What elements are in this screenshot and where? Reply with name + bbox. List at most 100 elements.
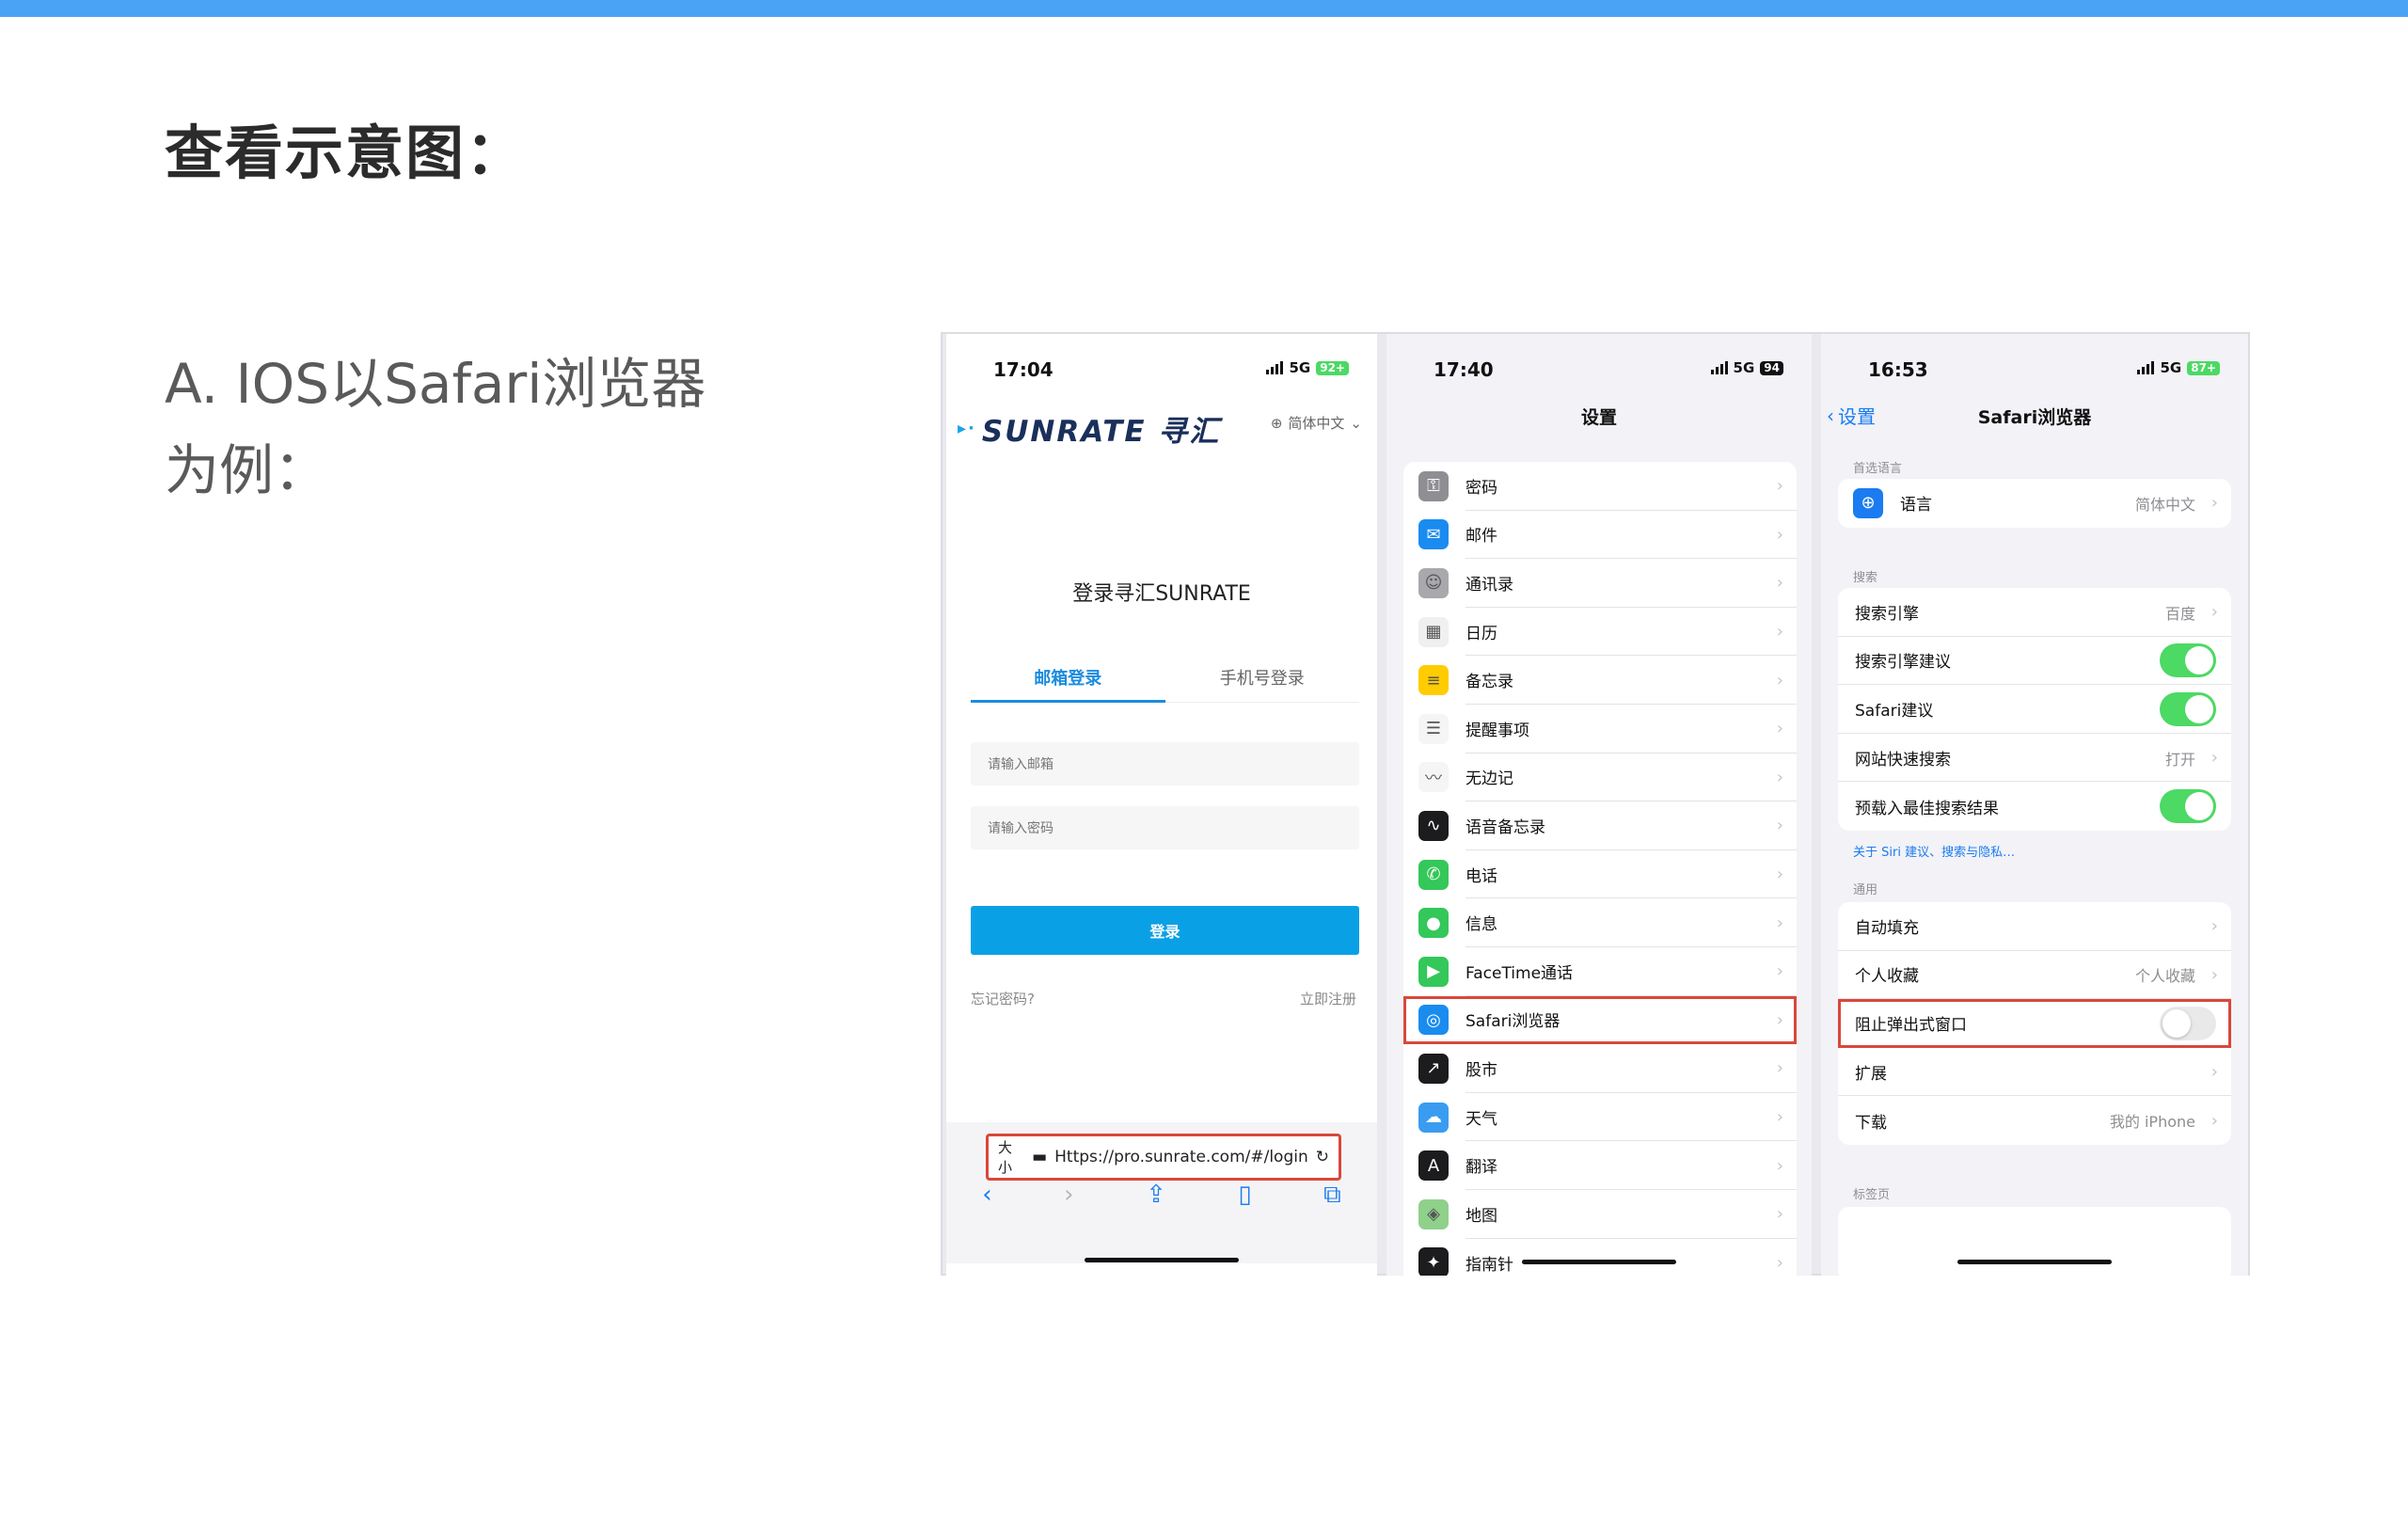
reload-icon[interactable]: ↻ (1316, 1148, 1329, 1166)
chevron-right-icon: › (2210, 1062, 2218, 1083)
row-quick-website-search[interactable]: 网站快速搜索 打开 › (1838, 734, 2231, 783)
calendar-icon: ▦ (1418, 616, 1449, 647)
settings-row[interactable]: ⚿ 密码 › (1403, 462, 1797, 511)
row-label: 电话 (1465, 850, 1797, 899)
preload-top-hit-toggle[interactable] (2160, 789, 2216, 824)
chevron-right-icon: › (1776, 912, 1783, 933)
row-language[interactable]: ⊕ 语言 简体中文 › (1838, 479, 2231, 528)
url-text: Https://pro.sunrate.com/#/login (1054, 1148, 1308, 1166)
settings-row[interactable]: A 翻译 › (1403, 1141, 1797, 1190)
row-favorites[interactable]: 个人收藏 个人收藏 › (1838, 951, 2231, 1000)
chevron-right-icon: › (1776, 1252, 1783, 1273)
chevron-right-icon: › (1776, 1107, 1783, 1128)
extension-icon: ▬ (1032, 1148, 1048, 1166)
settings-row[interactable]: 〰无边记 › (1403, 754, 1797, 802)
row-search-engine[interactable]: 搜索引擎 百度 › (1838, 588, 2231, 637)
email-field[interactable] (971, 742, 1359, 785)
battery-icon: 92+ (1316, 360, 1349, 375)
compass-icon: ✦ (1418, 1247, 1449, 1276)
tab-phone-login[interactable]: 手机号登录 (1165, 663, 1360, 703)
stocks-icon: ↗ (1418, 1053, 1449, 1084)
home-indicator (1522, 1260, 1676, 1264)
row-extensions[interactable]: 扩展 › (1838, 1048, 2231, 1097)
row-block-popups: 阻止弹出式窗口 (1838, 999, 2231, 1048)
row-label: 提醒事项 (1465, 705, 1797, 754)
language-selector[interactable]: ⊕ 简体中文 ⌄ (1271, 413, 1362, 433)
search-suggestions-toggle[interactable] (2160, 643, 2216, 678)
status-signal: 5G 94 (1710, 359, 1783, 376)
chevron-right-icon: › (2210, 748, 2218, 769)
row-label: 地图 (1465, 1190, 1797, 1239)
phone-safari-login: 17:04 5G 92+ ▸· SUNRATE 寻汇 ⊕ 简体中文 ⌄ 登录寻汇SUN… (946, 334, 1377, 1276)
chevron-right-icon: › (1776, 816, 1783, 836)
weather-icon: ☁ (1418, 1102, 1449, 1133)
chevron-right-icon: › (1776, 670, 1783, 690)
settings-row[interactable]: ▦ 日历 › (1403, 608, 1797, 657)
status-bar: 16:53 5G 87+ (1821, 334, 2248, 390)
row-value: 打开 (2164, 750, 2195, 769)
settings-row[interactable]: ↗ 股市 › (1403, 1044, 1797, 1093)
tab-email-login[interactable]: 邮箱登录 (971, 663, 1165, 703)
row-label: 天气 (1465, 1093, 1797, 1142)
register-link[interactable]: 立即注册 (1300, 989, 1356, 1008)
row-safari-suggestions: Safari建议 (1838, 685, 2231, 734)
chevron-right-icon: › (1776, 719, 1783, 739)
logo-text: SUNRATE 寻汇 (981, 415, 1221, 449)
bookmarks-icon[interactable]: ▯ (1238, 1181, 1251, 1218)
share-icon[interactable]: ⇪ (1146, 1181, 1166, 1218)
settings-row[interactable]: ☁ 天气 › (1403, 1093, 1797, 1142)
status-time: 17:40 (1434, 358, 1494, 381)
settings-row[interactable]: ☰ 提醒事项 › (1403, 705, 1797, 754)
address-bar[interactable]: 大小 ▬ Https://pro.sunrate.com/#/login ↻ (986, 1134, 1341, 1181)
settings-row[interactable]: ◈ 地图 › (1403, 1190, 1797, 1239)
login-button[interactable]: 登录 (971, 906, 1359, 955)
tabs-icon[interactable]: ⧉ (1323, 1181, 1341, 1218)
chevron-right-icon: › (1776, 1009, 1783, 1030)
siri-privacy-link[interactable]: 关于 Siri 建议、搜索与隐私… (1853, 842, 2015, 860)
row-label: 通讯录 (1465, 559, 1797, 608)
settings-row[interactable]: ▶ FaceTime通话 › (1403, 947, 1797, 996)
section-preferred-language: 首选语言 (1853, 462, 1903, 476)
globe-icon: ⊕ (1270, 414, 1283, 432)
password-field[interactable] (971, 806, 1359, 849)
forgot-password-link[interactable]: 忘记密码? (971, 989, 1035, 1008)
network-label: 5G (2160, 359, 2182, 376)
home-indicator (1957, 1260, 2112, 1264)
status-time: 16:53 (1868, 358, 1928, 381)
row-downloads[interactable]: 下载 我的 iPhone › (1838, 1096, 2231, 1145)
chevron-right-icon: › (1776, 476, 1783, 497)
reminders-icon: ☰ (1418, 713, 1449, 744)
row-label: 扩展 (1838, 1048, 2231, 1097)
settings-row[interactable]: ● 信息 › (1403, 898, 1797, 947)
page-title: 查看示意图： (165, 119, 527, 187)
page-settings-button[interactable]: 大小 (998, 1137, 1024, 1177)
row-label: 指南针 (1465, 1255, 1513, 1275)
safari-suggestions-toggle[interactable] (2160, 691, 2216, 726)
chevron-right-icon: › (1776, 524, 1783, 545)
row-label: 密码 (1465, 462, 1797, 511)
block-popups-toggle[interactable] (2160, 1006, 2216, 1040)
settings-row[interactable]: ∿ 语音备忘录 › (1403, 801, 1797, 850)
settings-row[interactable]: ✉ 邮件 › (1403, 511, 1797, 560)
status-signal: 5G 92+ (1266, 359, 1349, 376)
chevron-right-icon: › (1776, 573, 1783, 594)
signal-icon (1710, 361, 1728, 374)
safari-settings-title: Safari浏览器 (1977, 407, 2092, 428)
row-autofill[interactable]: 自动填充 › (1838, 902, 2231, 951)
tab-layout-picker[interactable] (1838, 1207, 2231, 1276)
status-signal: 5G 87+ (2137, 359, 2220, 376)
back-icon[interactable]: ‹ (982, 1181, 991, 1218)
settings-title: 设置 (1580, 407, 1617, 428)
settings-row[interactable]: ≡ 备忘录 › (1403, 656, 1797, 705)
home-indicator (1085, 1258, 1239, 1262)
settings-row[interactable]: ☺ 通讯录 › (1403, 559, 1797, 608)
settings-row[interactable]: ◎ Safari浏览器 › (1403, 995, 1797, 1045)
settings-row[interactable]: ✦ 指南针 › (1403, 1239, 1797, 1276)
phone-icon: ✆ (1418, 859, 1449, 890)
login-tabs: 邮箱登录 手机号登录 (971, 663, 1359, 703)
section-general: 通用 (1853, 883, 1878, 897)
chevron-right-icon: › (1776, 865, 1783, 885)
row-preload-top-hit: 预载入最佳搜索结果 (1838, 782, 2231, 831)
forward-icon[interactable]: › (1064, 1181, 1073, 1218)
settings-row[interactable]: ✆ 电话 › (1403, 850, 1797, 899)
